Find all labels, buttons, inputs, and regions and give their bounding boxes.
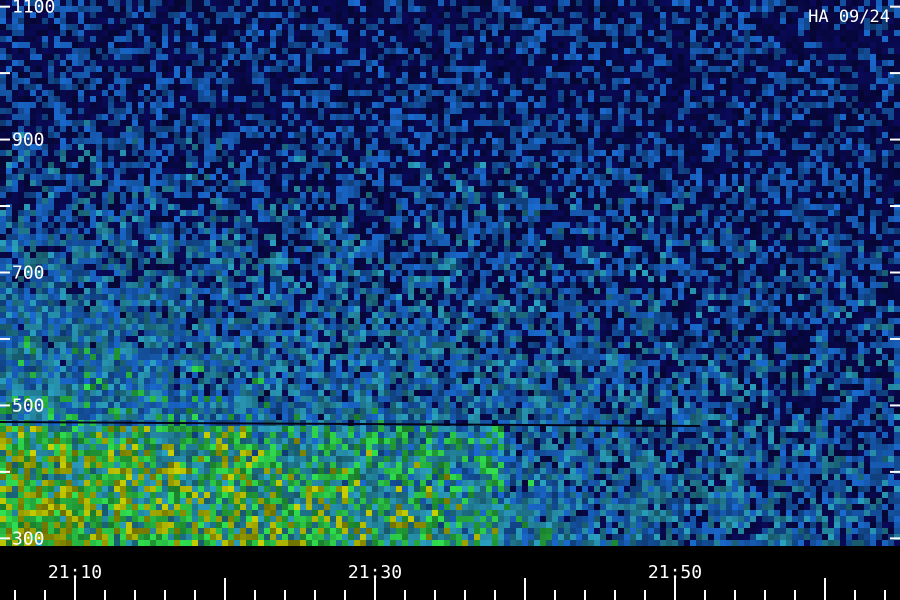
- x-tick-label: 21:30: [348, 562, 402, 583]
- y-tick-label: 1100: [12, 0, 55, 18]
- x-tick-label: 21:10: [48, 562, 102, 583]
- spectrogram-chart: 1100 900 700 500 30021:10 21:30 21:50 HA 09/24: [0, 0, 900, 600]
- chart-title: HA 09/24: [808, 7, 890, 27]
- spectrogram-noise: [0, 0, 900, 546]
- y-tick-label: 500: [12, 395, 45, 416]
- x-tick-label: 21:50: [648, 562, 702, 583]
- y-tick-label: 700: [12, 263, 45, 284]
- y-tick-label: 900: [12, 130, 45, 151]
- y-tick-label: 300: [12, 528, 45, 549]
